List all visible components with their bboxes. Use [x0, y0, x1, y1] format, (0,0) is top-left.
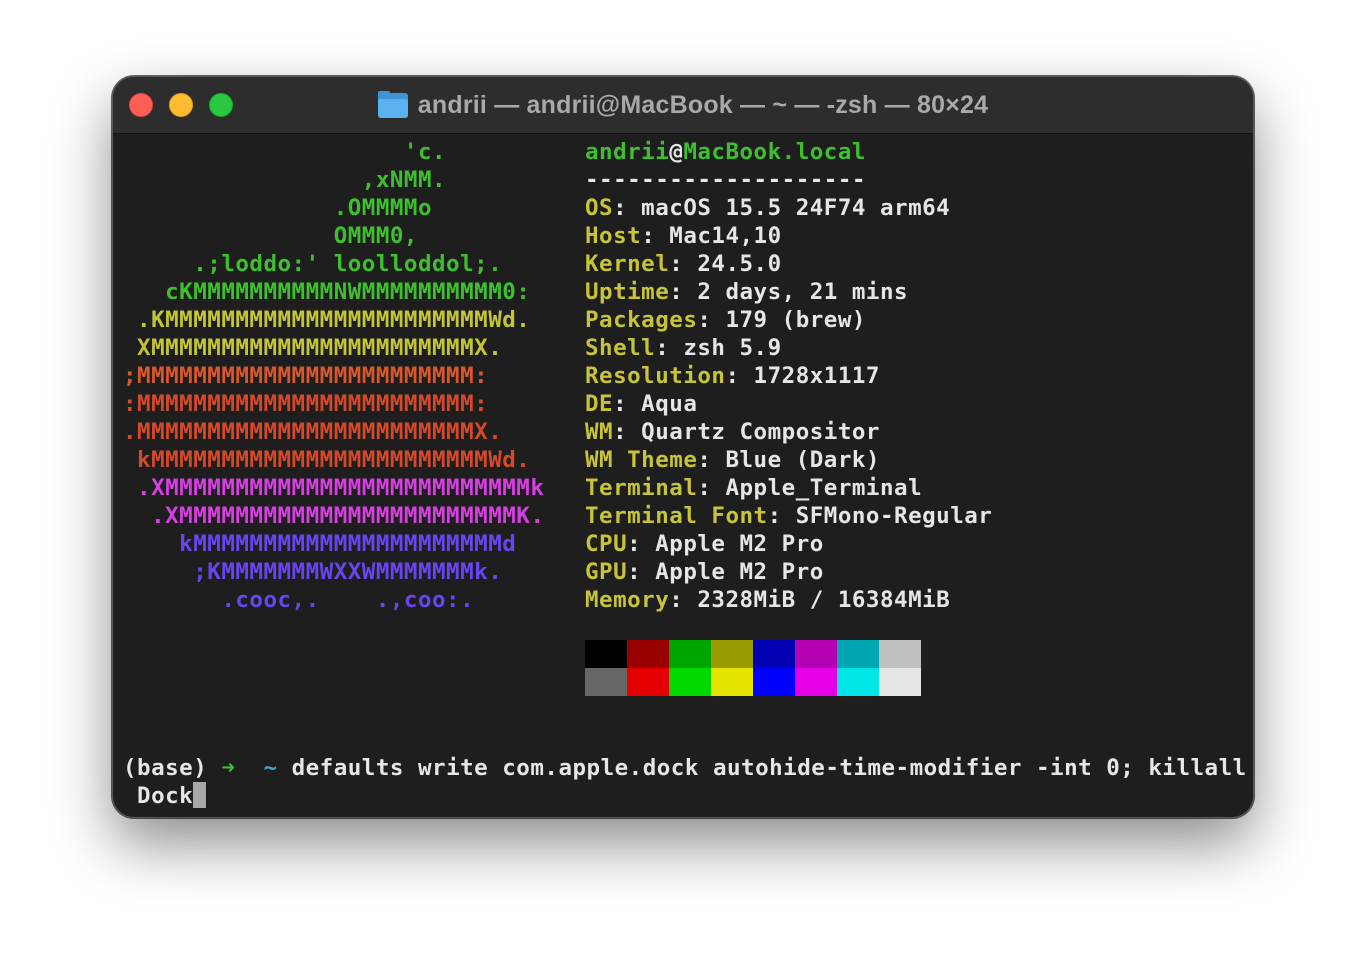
info-value: : zsh 5.9	[655, 335, 782, 361]
folder-icon	[377, 90, 408, 118]
command-text: defaults write com.apple.dock autohide-t…	[291, 755, 1247, 781]
color-swatch	[585, 668, 627, 696]
color-swatch	[711, 668, 753, 696]
color-swatch	[837, 668, 879, 696]
info-key: DE	[585, 391, 614, 417]
hostname: MacBook.local	[683, 139, 866, 165]
logo-line: ,xNMM.	[123, 167, 447, 193]
window-title: andrii — andrii@MacBook — ~ — -zsh — 80×…	[417, 90, 989, 119]
info-key: Uptime	[585, 279, 670, 305]
info-key: OS	[585, 195, 614, 221]
info-row: Uptime: 2 days, 21 mins	[585, 278, 908, 306]
info-row: GPU: Apple M2 Pro	[585, 558, 824, 586]
info-value: : 2 days, 21 mins	[669, 279, 909, 305]
logo-line: XMMMMMMMMMMMMMMMMMMMMMMMX.	[123, 335, 503, 361]
info-row: Shell: zsh 5.9	[585, 334, 782, 362]
info-key: Memory	[585, 587, 670, 613]
info-value: : Apple M2 Pro	[627, 559, 824, 585]
current-directory: ~	[263, 755, 278, 781]
info-row: CPU: Apple M2 Pro	[585, 530, 824, 558]
user-host-line: andrii@MacBook.local	[585, 138, 866, 166]
color-swatch	[753, 668, 795, 696]
info-key: Shell	[585, 335, 656, 361]
command-wrap-line[interactable]: Dock	[123, 782, 207, 810]
prompt-line: (base) ➜ ~ defaults write com.apple.dock…	[123, 754, 1247, 782]
text-cursor	[193, 782, 207, 808]
logo-line: ;MMMMMMMMMMMMMMMMMMMMMMMM:	[123, 363, 489, 389]
info-key: Terminal Font	[585, 503, 768, 529]
logo-line: .;loddo:' loolloddol;.	[123, 251, 503, 277]
info-value: : 179 (brew)	[697, 307, 866, 333]
info-row: Host: Mac14,10	[585, 222, 782, 250]
command-continuation: Dock	[123, 783, 194, 809]
info-value: : 24.5.0	[669, 251, 782, 277]
info-value: : SFMono-Regular	[767, 503, 993, 529]
info-key: Resolution	[585, 363, 726, 389]
info-value: : macOS 15.5 24F74 arm64	[613, 195, 951, 221]
info-key: Kernel	[585, 251, 670, 277]
info-key: Host	[585, 223, 642, 249]
info-row: WM: Quartz Compositor	[585, 418, 880, 446]
info-row: Terminal: Apple_Terminal	[585, 474, 922, 502]
at-sign: @	[669, 139, 684, 165]
logo-line: 'c.	[123, 139, 447, 165]
color-swatch	[669, 668, 711, 696]
logo-line: .MMMMMMMMMMMMMMMMMMMMMMMMX.	[123, 419, 503, 445]
info-key: Terminal	[585, 475, 698, 501]
info-value: : Blue (Dark)	[697, 447, 880, 473]
info-value: : Aqua	[613, 391, 698, 417]
color-swatch	[795, 640, 837, 668]
logo-line: ;KMMMMMMMWXXWMMMMMMMk.	[123, 559, 503, 585]
info-value: : 2328MiB / 16384MiB	[669, 587, 951, 613]
color-swatch	[585, 640, 627, 668]
logo-line: cKMMMMMMMMMMNWMMMMMMMMMM0:	[123, 279, 531, 305]
window-title-group: andrii — andrii@MacBook — ~ — -zsh — 80×…	[113, 77, 1253, 133]
info-key: GPU	[585, 559, 628, 585]
color-swatch	[627, 668, 669, 696]
logo-line: :MMMMMMMMMMMMMMMMMMMMMMMM:	[123, 391, 489, 417]
prompt-arrow-icon: ➜	[221, 755, 236, 781]
info-value: : Mac14,10	[641, 223, 782, 249]
info-row: Terminal Font: SFMono-Regular	[585, 502, 992, 530]
logo-line: .cooc,. .,coo:.	[123, 587, 475, 613]
logo-line: .XMMMMMMMMMMMMMMMMMMMMMMMMK.	[123, 503, 545, 529]
color-swatch	[837, 640, 879, 668]
info-row: Kernel: 24.5.0	[585, 250, 782, 278]
color-swatch	[879, 640, 921, 668]
separator-line: --------------------	[585, 167, 866, 193]
info-row: WM Theme: Blue (Dark)	[585, 446, 880, 474]
username: andrii	[585, 139, 670, 165]
info-row: OS: macOS 15.5 24F74 arm64	[585, 194, 950, 222]
color-palette	[585, 640, 921, 696]
info-key: CPU	[585, 531, 628, 557]
info-value: : 1728x1117	[725, 363, 880, 389]
info-key: WM	[585, 419, 614, 445]
logo-line: .XMMMMMMMMMMMMMMMMMMMMMMMMMMk	[123, 475, 545, 501]
terminal-output[interactable]: 'c. ,xNMM. .OMMMMo OMMM0, .;loddo:' lool…	[113, 134, 1253, 817]
info-row: Packages: 179 (brew)	[585, 306, 866, 334]
info-row: Resolution: 1728x1117	[585, 362, 880, 390]
info-value: : Apple M2 Pro	[627, 531, 824, 557]
logo-line: OMMM0,	[123, 223, 418, 249]
info-row: DE: Aqua	[585, 390, 697, 418]
logo-line: .KMMMMMMMMMMMMMMMMMMMMMMMWd.	[123, 307, 531, 333]
terminal-window[interactable]: andrii — andrii@MacBook — ~ — -zsh — 80×…	[112, 76, 1254, 818]
color-swatch	[795, 668, 837, 696]
info-key: WM Theme	[585, 447, 698, 473]
info-key: Packages	[585, 307, 698, 333]
color-swatch	[879, 668, 921, 696]
logo-line: kMMMMMMMMMMMMMMMMMMMMMMMMWd.	[123, 447, 531, 473]
color-swatch	[753, 640, 795, 668]
logo-line: kMMMMMMMMMMMMMMMMMMMMMMd	[123, 531, 517, 557]
title-bar[interactable]: andrii — andrii@MacBook — ~ — -zsh — 80×…	[113, 77, 1253, 134]
logo-line: .OMMMMo	[123, 195, 433, 221]
color-swatch	[711, 640, 753, 668]
info-row: Memory: 2328MiB / 16384MiB	[585, 586, 950, 614]
color-swatch	[627, 640, 669, 668]
conda-env: (base)	[123, 755, 208, 781]
info-value: : Quartz Compositor	[613, 419, 880, 445]
color-swatch	[669, 640, 711, 668]
info-value: : Apple_Terminal	[697, 475, 923, 501]
